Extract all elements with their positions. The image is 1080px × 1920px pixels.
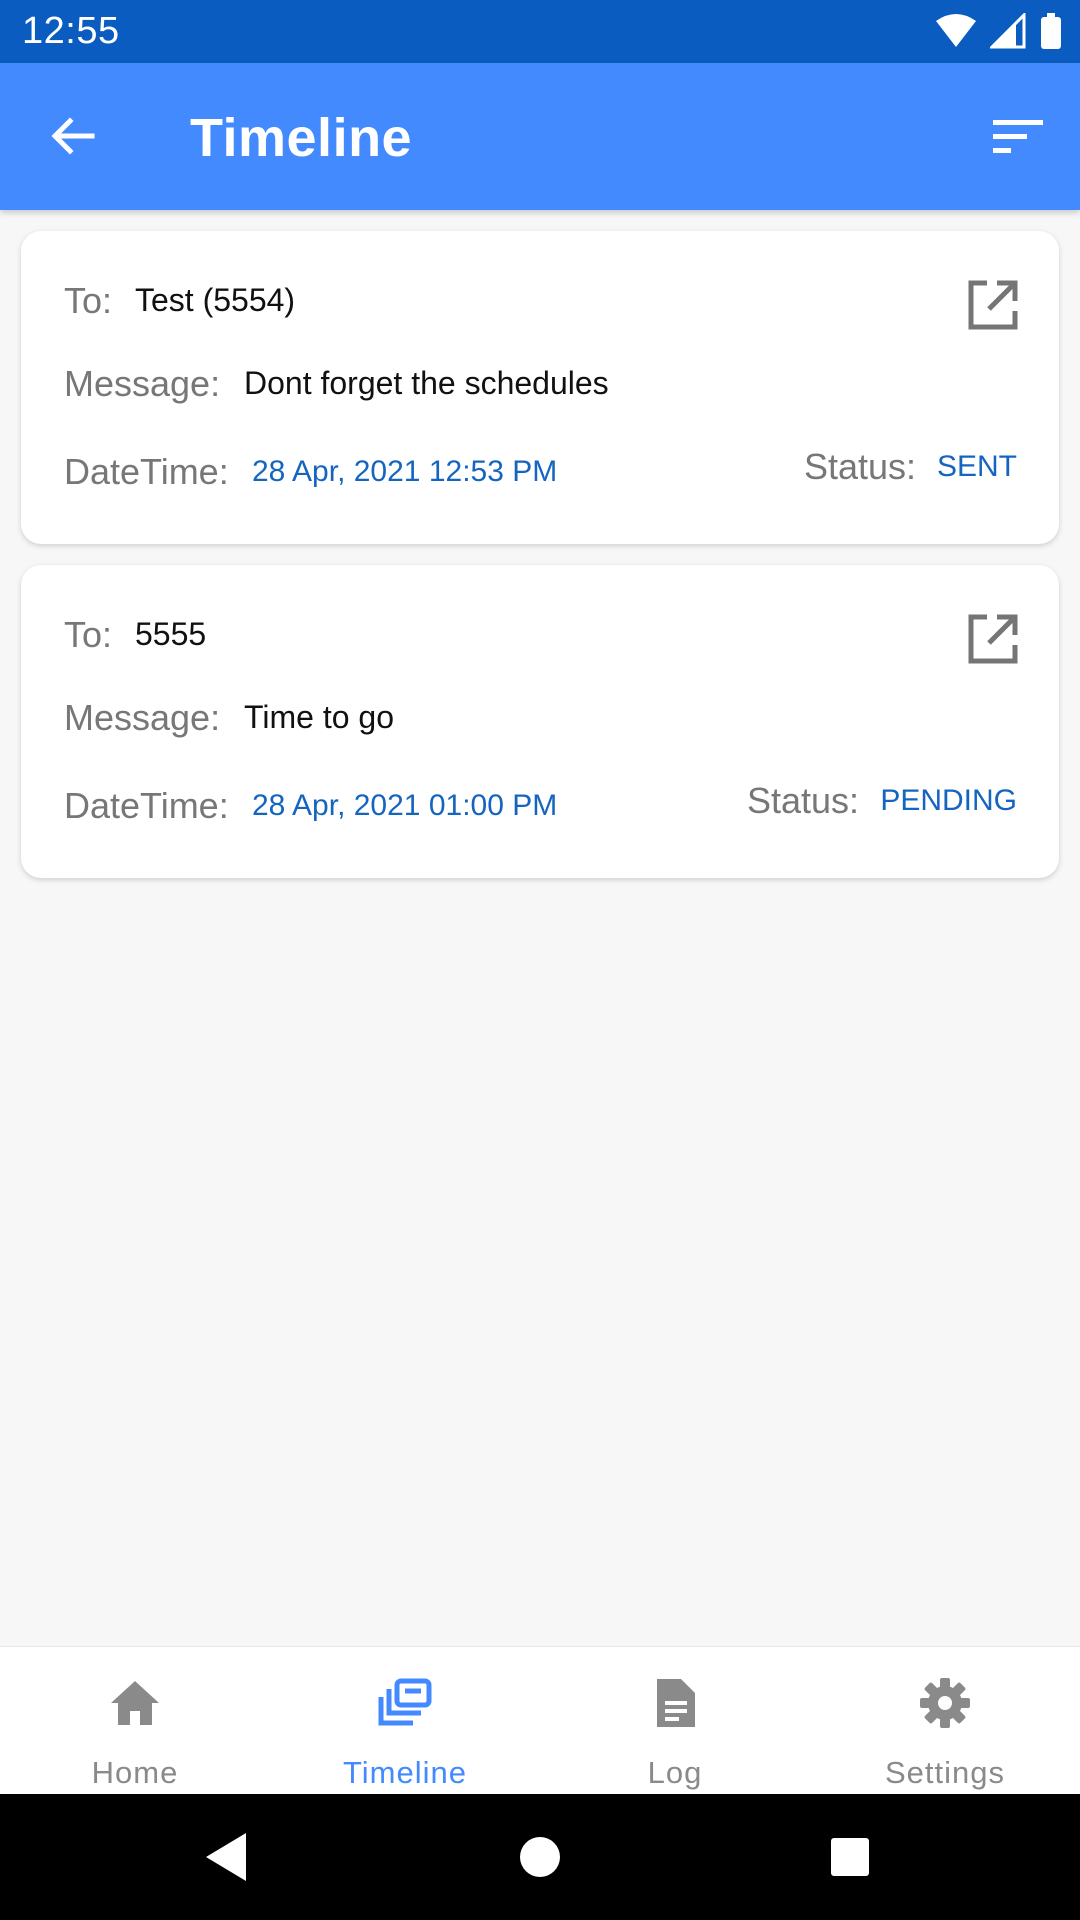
datetime-value: 28 Apr, 2021 01:00 PM bbox=[252, 789, 558, 822]
open-message-button[interactable] bbox=[965, 611, 1021, 667]
open-in-new-icon bbox=[968, 614, 1018, 664]
message-card[interactable]: To: 5555 Message: Time to go DateTime: 2… bbox=[21, 565, 1059, 878]
status-badge: SENT bbox=[936, 450, 1017, 483]
datetime-value: 28 Apr, 2021 12:53 PM bbox=[252, 455, 558, 488]
status-label: Status: bbox=[803, 446, 916, 487]
to-label: To: bbox=[64, 280, 113, 321]
system-back-icon[interactable] bbox=[198, 1827, 258, 1887]
battery-icon bbox=[1041, 13, 1061, 49]
message-card[interactable]: To: Test (5554) Message: Dont forget the… bbox=[21, 231, 1059, 544]
page-title: Timeline bbox=[190, 108, 413, 168]
datetime-label: DateTime: bbox=[64, 785, 229, 826]
nav-label: Timeline bbox=[343, 1755, 467, 1790]
bottom-navigation: Home Timeline Log Settings bbox=[0, 1646, 1080, 1794]
nav-item-home[interactable]: Home bbox=[0, 1647, 270, 1794]
to-label: To: bbox=[64, 614, 113, 655]
open-in-new-icon bbox=[968, 280, 1018, 330]
to-value: Test (5554) bbox=[135, 282, 296, 318]
status-icons bbox=[936, 12, 1062, 50]
message-label: Message: bbox=[64, 363, 221, 404]
status-label: Status: bbox=[746, 780, 859, 821]
system-home-icon[interactable] bbox=[510, 1827, 570, 1887]
document-icon bbox=[657, 1679, 695, 1727]
signal-icon bbox=[990, 13, 1026, 49]
back-button[interactable] bbox=[32, 100, 112, 172]
wifi-icon bbox=[936, 14, 976, 47]
status-badge: PENDING bbox=[880, 784, 1017, 817]
nav-label: Settings bbox=[884, 1755, 1005, 1790]
message-value: Dont forget the schedules bbox=[244, 365, 609, 401]
datetime-label: DateTime: bbox=[64, 451, 229, 492]
status-time: 12:55 bbox=[22, 10, 120, 52]
sort-icon bbox=[993, 120, 1043, 153]
timeline-icon bbox=[378, 1678, 432, 1726]
nav-label: Home bbox=[91, 1755, 179, 1790]
nav-item-timeline[interactable]: Timeline bbox=[270, 1647, 540, 1794]
to-value: 5555 bbox=[135, 616, 207, 652]
nav-label: Log bbox=[647, 1755, 703, 1790]
message-label: Message: bbox=[64, 697, 221, 738]
open-message-button[interactable] bbox=[965, 277, 1021, 333]
app-bar: Timeline bbox=[0, 63, 1080, 210]
nav-item-settings[interactable]: Settings bbox=[810, 1647, 1080, 1794]
system-recents-icon[interactable] bbox=[820, 1827, 880, 1887]
system-navigation-bar bbox=[0, 1794, 1080, 1920]
sort-button[interactable] bbox=[978, 100, 1058, 172]
back-arrow-icon bbox=[51, 117, 95, 155]
status-bar: 12:55 bbox=[0, 0, 1080, 63]
nav-item-log[interactable]: Log bbox=[540, 1647, 810, 1794]
gear-icon bbox=[920, 1678, 970, 1728]
home-icon bbox=[111, 1681, 159, 1725]
message-value: Time to go bbox=[244, 699, 394, 735]
